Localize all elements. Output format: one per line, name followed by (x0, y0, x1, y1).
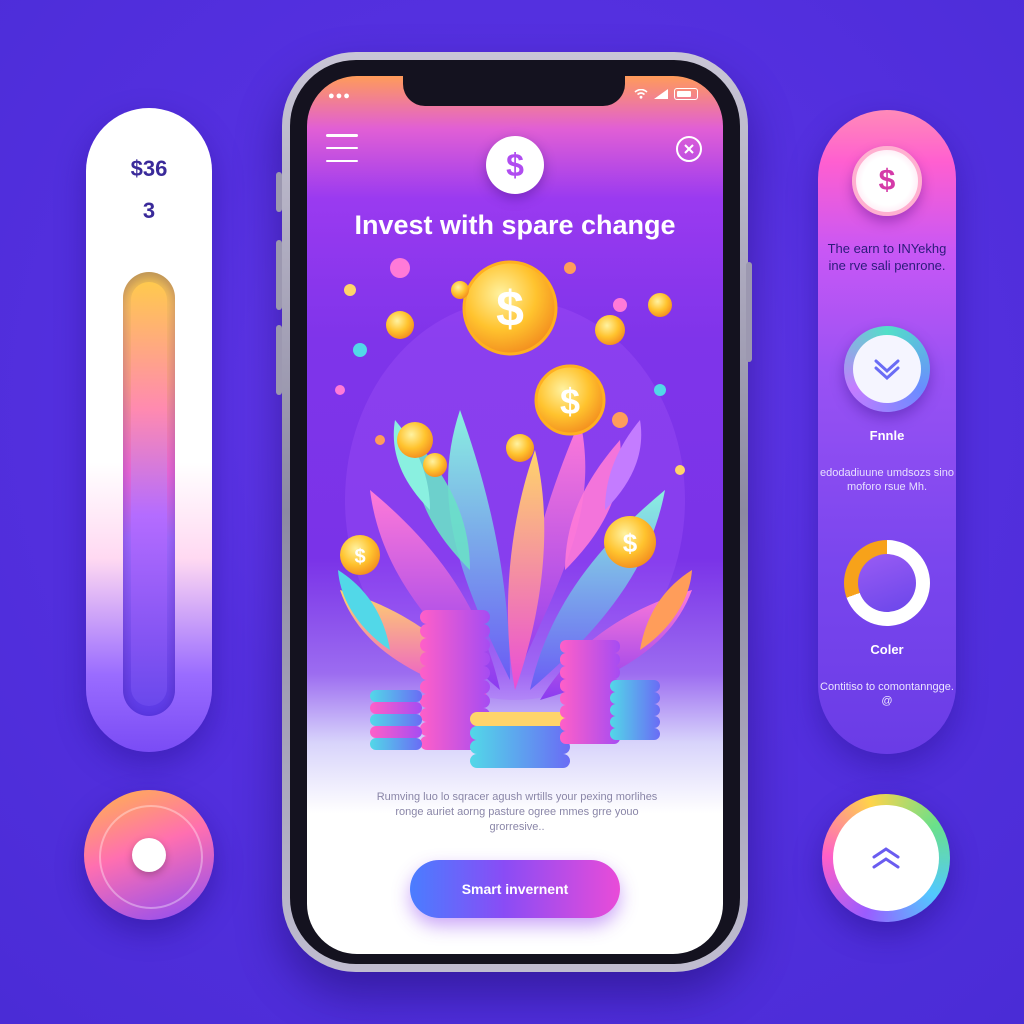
phone-notch (403, 76, 625, 106)
scroll-up-button[interactable] (822, 794, 950, 922)
vertical-slider-fill (131, 282, 167, 706)
panel-label-2: Coler (870, 642, 904, 657)
toggle-knob-button[interactable] (84, 790, 214, 920)
knob-dot (132, 838, 166, 872)
phone-power-button (746, 262, 752, 362)
panel-description-1: The earn to INYekhg ine rve sali penrone… (827, 241, 947, 273)
status-bar-dots: ●●● (328, 90, 351, 102)
battery-icon (674, 88, 698, 100)
left-slider-card: $36 3 (86, 108, 212, 752)
svg-text:$: $ (354, 546, 365, 568)
amount-label: $36 (130, 156, 168, 181)
close-button[interactable] (676, 136, 702, 162)
hero-headline: Invest with spare change (354, 210, 676, 240)
chevron-up-icon (872, 847, 900, 869)
svg-text:$: $ (623, 528, 638, 558)
panel-description-2: edodadiuune umdsozs sino moforo rsue Mh. (820, 467, 954, 493)
panel-description-3: Contitiso to comontanngge. @ (820, 681, 954, 707)
quantity-label: 3 (142, 198, 156, 223)
hamburger-menu-button[interactable] (326, 134, 358, 162)
phone-volume-down-button (276, 325, 282, 395)
chevron-down-icon (874, 359, 900, 380)
vertical-slider-track[interactable] (123, 272, 175, 716)
hero-illustration: $ $ $ $ (335, 258, 692, 768)
dollar-coin-icon: $ (852, 146, 922, 216)
smart-investment-button[interactable]: Smart invernent (410, 860, 620, 918)
signal-icon (654, 89, 668, 99)
svg-text:$: $ (496, 281, 524, 337)
chevron-down-button[interactable] (844, 326, 930, 412)
panel-label-1: Fnnle (869, 428, 905, 443)
logo-dollar-symbol: $ (506, 146, 524, 183)
close-icon (684, 144, 694, 154)
svg-text:$: $ (560, 381, 580, 422)
phone-side-button (276, 172, 282, 212)
status-bar-icons (634, 88, 698, 100)
app-logo-icon: $ (486, 136, 544, 194)
wifi-icon (634, 89, 648, 99)
coin-symbol: $ (878, 164, 896, 197)
phone-volume-up-button (276, 240, 282, 310)
donut-progress-icon (844, 540, 930, 626)
hero-description: Rumving luo lo sqracer agush wrtills you… (376, 791, 658, 833)
right-info-panel: $ The earn to INYekhg ine rve sali penro… (818, 110, 956, 754)
